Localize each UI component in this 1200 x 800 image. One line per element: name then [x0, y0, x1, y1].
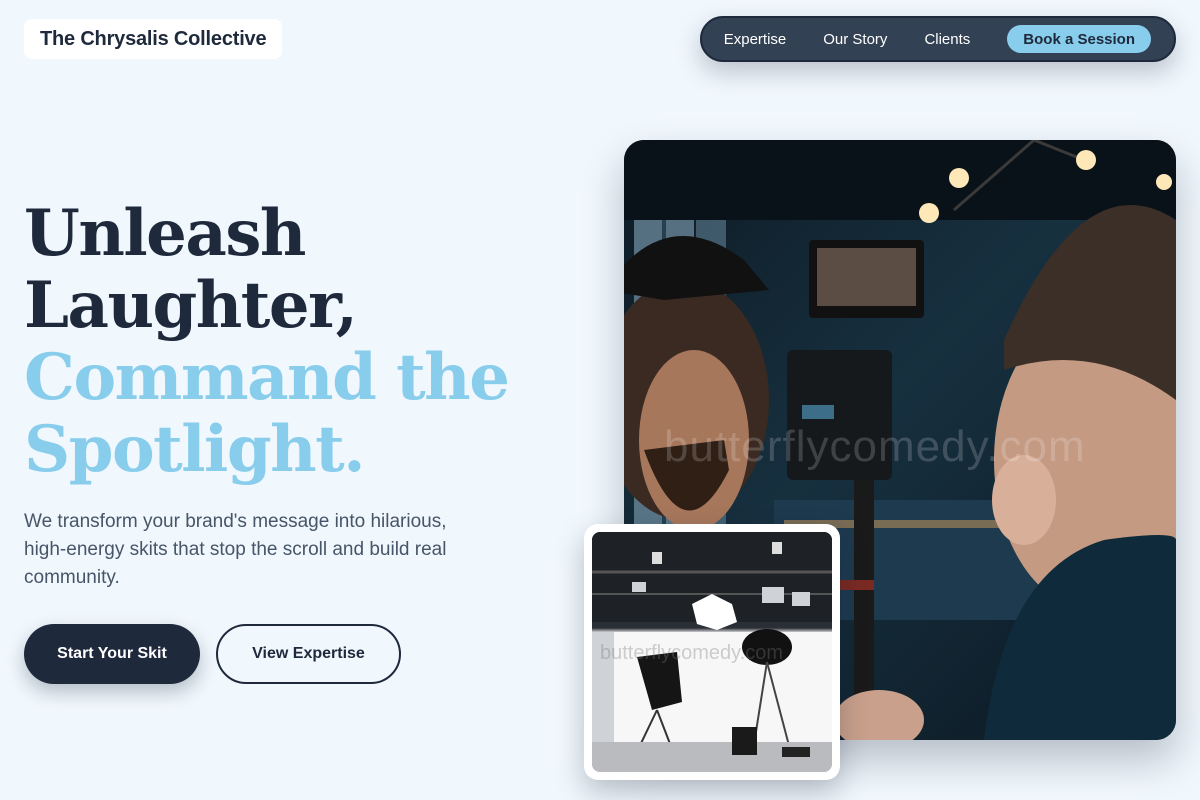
- nav-link-clients[interactable]: Clients: [924, 31, 970, 48]
- studio-photo-card: butterflycomedy.com: [584, 524, 840, 780]
- studio-lighting-photo: butterflycomedy.com: [592, 532, 832, 772]
- nav-link-expertise[interactable]: Expertise: [724, 31, 787, 48]
- landing-page: The Chrysalis Collective Expertise Our S…: [0, 0, 1200, 800]
- headline-line-3: Command the: [24, 340, 510, 415]
- headline-line-2: Laughter,: [24, 268, 358, 343]
- brand-logo[interactable]: The Chrysalis Collective: [24, 19, 283, 59]
- headline-line-1: Unleash: [24, 196, 306, 271]
- view-expertise-button[interactable]: View Expertise: [216, 624, 401, 684]
- main-photo-watermark: butterflycomedy.com: [664, 422, 1086, 471]
- book-session-button[interactable]: Book a Session: [1007, 25, 1151, 53]
- headline-line-4: Spotlight.: [24, 412, 365, 487]
- nav-link-our-story[interactable]: Our Story: [823, 31, 887, 48]
- brand-name: The Chrysalis Collective: [40, 27, 267, 50]
- start-skit-button[interactable]: Start Your Skit: [24, 624, 200, 684]
- hero-headline: Unleash Laughter, Command the Spotlight.: [24, 196, 510, 487]
- inset-photo-watermark: butterflycomedy.com: [600, 642, 784, 664]
- top-nav: Expertise Our Story Clients Book a Sessi…: [700, 16, 1176, 62]
- hero-subtext: We transform your brand's message into h…: [24, 511, 447, 588]
